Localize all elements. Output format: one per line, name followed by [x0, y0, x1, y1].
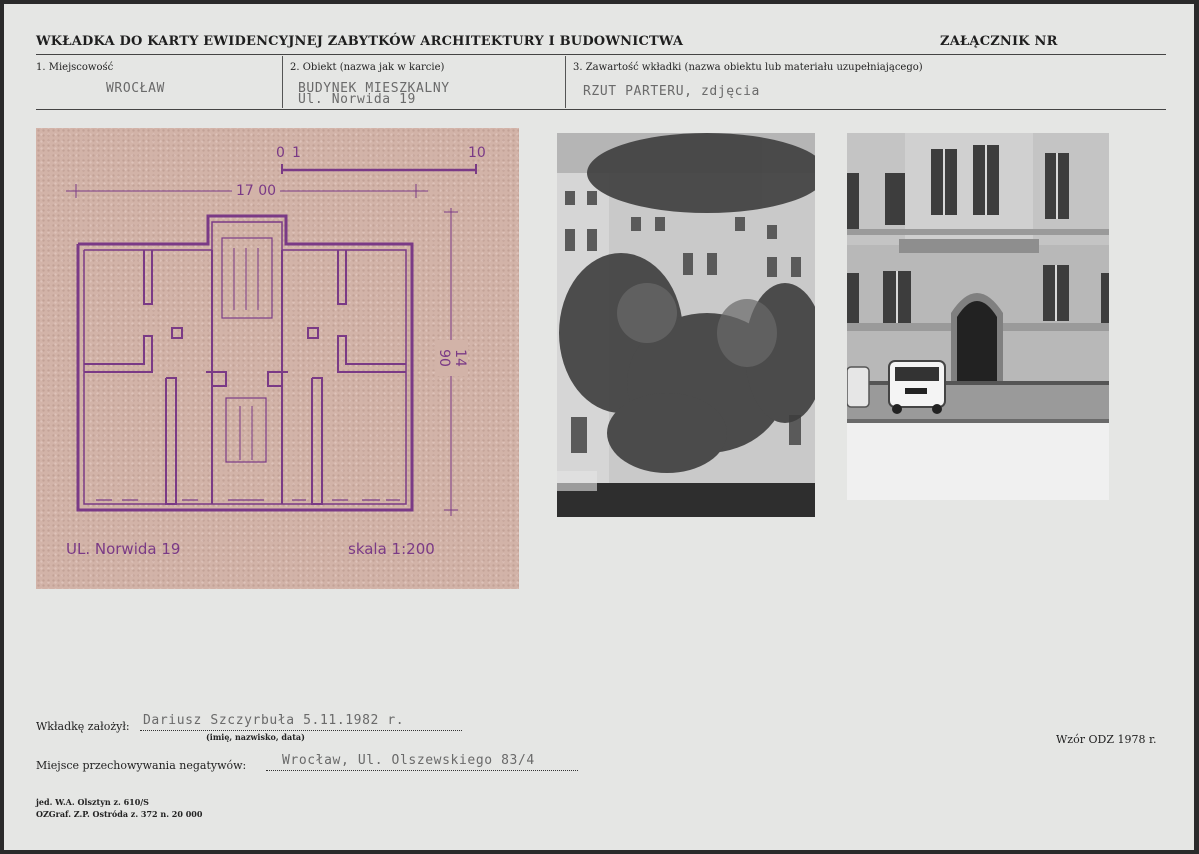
form-pattern-label: Wzór ODZ 1978 r. — [1056, 733, 1157, 746]
street-facade-photo-image — [847, 133, 1109, 500]
ground-floor-plan: 0 1 10 17 00 14 90 UL. Norwida 19 skala … — [36, 128, 519, 589]
courtyard-photo-image — [557, 133, 815, 517]
scale-bar-ten: 10 — [468, 145, 486, 161]
plan-scale-label: skala 1:200 — [348, 540, 435, 558]
field-locality-value: WROCŁAW — [106, 81, 165, 96]
width-dimension: 17 00 — [232, 183, 281, 199]
header-rule-top — [36, 54, 1166, 55]
field-locality-label: 1. Miejscowość — [36, 62, 114, 73]
created-by-label: Wkładkę założył: — [36, 720, 130, 733]
field-divider-1 — [282, 56, 283, 108]
height-dimension: 14 90 — [436, 340, 468, 376]
field-divider-2 — [565, 56, 566, 108]
created-by-line — [140, 730, 462, 731]
field-object-value-2: Ul. Norwida 19 — [298, 92, 416, 107]
scale-bar-one: 1 — [292, 145, 301, 161]
scale-bar-zero: 0 — [276, 145, 285, 161]
created-by-value: Dariusz Szczyrbuła 5.11.1982 r. — [143, 713, 405, 728]
negatives-storage-line — [266, 770, 578, 771]
negatives-storage-label: Miejsce przechowywania negatywów: — [36, 759, 247, 772]
printer-line-2: OZGraf. Z.P. Ostróda z. 372 n. 20 000 — [36, 809, 203, 819]
created-by-hint: (imię, nazwisko, data) — [206, 732, 305, 742]
plan-street-label: UL. Norwida 19 — [66, 540, 181, 558]
printer-line-1: jed. W.A. Olsztyn z. 610/S — [36, 797, 149, 807]
courtyard-photo — [557, 133, 815, 517]
street-facade-photo — [847, 133, 1109, 500]
attachment-number-label: ZAŁĄCZNIK NR — [940, 34, 1058, 49]
field-object-label: 2. Obiekt (nazwa jak w karcie) — [290, 62, 445, 73]
field-contents-label: 3. Zawartość wkładki (nazwa obiektu lub … — [573, 62, 923, 73]
header-rule-bottom — [36, 109, 1166, 110]
negatives-storage-value: Wrocław, Ul. Olszewskiego 83/4 — [282, 753, 535, 768]
field-contents-value: RZUT PARTERU, zdjęcia — [583, 84, 760, 99]
card-title: WKŁADKA DO KARTY EWIDENCYJNEJ ZABYTKÓW A… — [36, 34, 684, 49]
